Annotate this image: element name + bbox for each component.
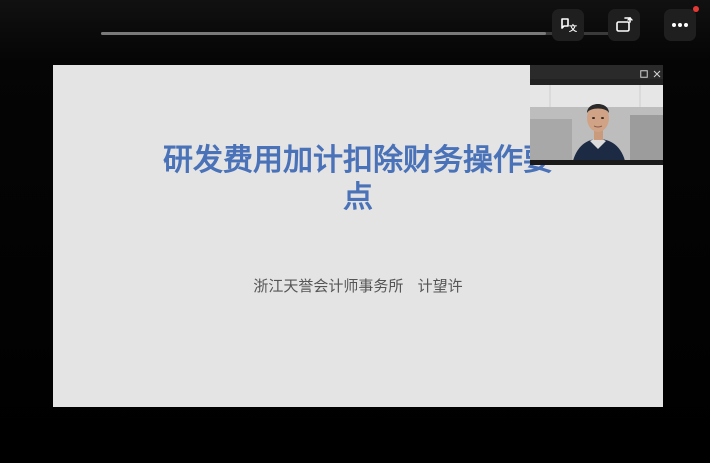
rotate-button[interactable] bbox=[608, 9, 640, 41]
video-bottom-bar bbox=[530, 160, 663, 165]
restore-window-icon bbox=[640, 65, 648, 82]
notification-dot bbox=[693, 6, 699, 12]
more-dots-icon bbox=[671, 22, 689, 28]
slide-title: 研发费用加计扣除财务操作要 点 bbox=[138, 142, 578, 216]
caption-translate-icon: 文 bbox=[559, 17, 577, 33]
progress-bar[interactable] bbox=[101, 32, 613, 35]
rotate-icon bbox=[615, 17, 633, 33]
top-bar: 文 bbox=[0, 0, 710, 50]
speaker-image bbox=[530, 85, 663, 165]
close-icon bbox=[653, 65, 661, 82]
restore-window-button[interactable] bbox=[638, 66, 650, 78]
progress-bar-fill bbox=[101, 32, 547, 35]
more-button[interactable] bbox=[664, 9, 696, 41]
slide-title-line-2: 点 bbox=[343, 180, 373, 215]
caption-translate-button[interactable]: 文 bbox=[552, 9, 584, 41]
close-video-button[interactable] bbox=[651, 66, 663, 78]
screen: 文 研发费用加计扣除财务操作要 点 浙江天誉会计师事务所 计望许 bbox=[0, 0, 710, 463]
speaker-video-feed bbox=[530, 85, 663, 165]
video-titlebar[interactable] bbox=[530, 65, 663, 79]
slide-title-line-1: 研发费用加计扣除财务操作要 bbox=[163, 143, 553, 178]
slide-subtitle: 浙江天誉会计师事务所 计望许 bbox=[253, 277, 463, 295]
svg-text:文: 文 bbox=[569, 23, 577, 33]
speaker-video-window[interactable] bbox=[530, 65, 663, 165]
